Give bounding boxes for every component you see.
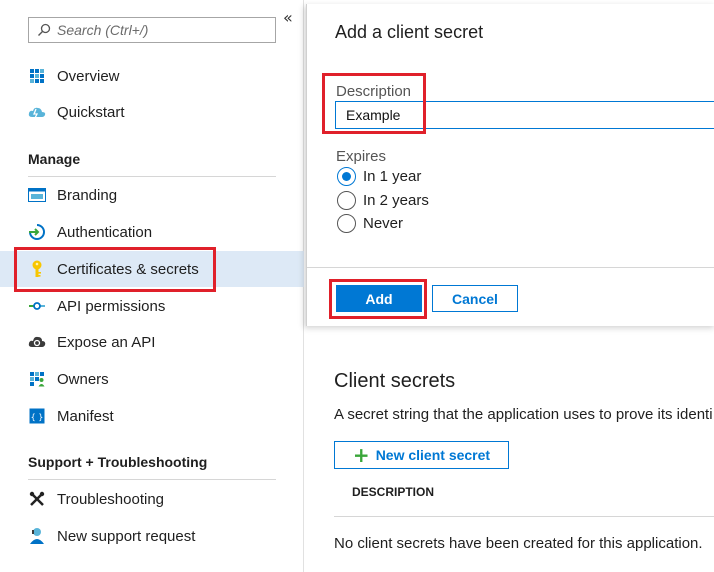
branding-icon (28, 186, 46, 204)
section-header-support: Support + Troubleshooting (28, 454, 208, 470)
sidebar-item-api-permissions[interactable]: API permissions (0, 288, 304, 324)
sidebar-item-quickstart[interactable]: Quickstart (0, 94, 304, 130)
sidebar-item-label: API permissions (57, 297, 166, 315)
sidebar-item-manifest[interactable]: { } Manifest (0, 398, 304, 434)
sidebar-item-owners[interactable]: Owners (0, 361, 304, 397)
panel-title: Add a client secret (335, 22, 484, 42)
sidebar-item-label: Branding (57, 186, 118, 204)
divider (28, 479, 276, 480)
sidebar: « Overview Quickstart Manage (0, 0, 304, 572)
expires-option-never[interactable]: Never (337, 214, 403, 233)
section-header-manage: Manage (28, 151, 81, 167)
sidebar-item-troubleshooting[interactable]: Troubleshooting (0, 481, 304, 517)
sidebar-item-label: Owners (57, 370, 109, 388)
sidebar-item-label: Troubleshooting (57, 490, 165, 508)
manifest-icon: { } (28, 407, 46, 425)
sidebar-item-label: New support request (57, 527, 196, 545)
description-input[interactable] (335, 101, 714, 129)
key-icon (28, 260, 46, 278)
sidebar-item-label: Quickstart (57, 103, 125, 121)
radio-button[interactable] (337, 167, 356, 186)
client-secrets-title: Client secrets (334, 370, 456, 392)
new-client-secret-button[interactable]: + New client secret (334, 441, 509, 469)
sidebar-item-overview[interactable]: Overview (0, 58, 304, 94)
owners-icon (28, 370, 46, 388)
sidebar-item-label: Authentication (57, 223, 153, 241)
sidebar-item-authentication[interactable]: Authentication (0, 214, 304, 250)
radio-button[interactable] (337, 191, 356, 210)
sidebar-item-certificates-secrets[interactable]: Certificates & secrets (0, 251, 304, 287)
expires-label: Expires (336, 148, 387, 165)
radio-label: Never (363, 215, 404, 232)
sidebar-item-label: Certificates & secrets (57, 260, 199, 278)
collapse-sidebar-button[interactable]: « (283, 8, 293, 27)
support-person-icon (28, 527, 46, 545)
radio-label: In 1 year (363, 168, 422, 185)
expires-option-2-years[interactable]: In 2 years (337, 191, 429, 210)
add-client-secret-panel: Add a client secret Description Expires … (306, 4, 714, 326)
client-secrets-description: A secret string that the application use… (334, 406, 713, 423)
empty-state-message: No client secrets have been created for … (334, 535, 703, 552)
sidebar-item-expose-an-api[interactable]: Expose an API (0, 324, 304, 360)
add-button[interactable]: Add (336, 285, 422, 312)
divider (334, 516, 714, 517)
grid-icon (28, 67, 46, 85)
sidebar-item-new-support-request[interactable]: New support request (0, 518, 304, 554)
radio-label: In 2 years (363, 192, 429, 209)
expires-option-1-year[interactable]: In 1 year (337, 167, 421, 186)
wrench-icon (28, 490, 46, 508)
search-icon (38, 23, 51, 36)
description-label: Description (336, 83, 412, 100)
plus-icon: + (352, 443, 370, 467)
sidebar-item-label: Expose an API (57, 333, 156, 351)
search-input[interactable] (57, 22, 267, 38)
search-box[interactable] (28, 17, 276, 43)
authentication-icon (28, 223, 46, 241)
svg-text:{ }: { } (31, 413, 44, 422)
cloud-gear-icon (28, 333, 46, 351)
sidebar-item-branding[interactable]: Branding (0, 177, 304, 213)
radio-button[interactable] (337, 214, 356, 233)
sidebar-item-label: Manifest (57, 407, 114, 425)
divider (307, 267, 714, 268)
new-client-secret-label: New client secret (375, 447, 491, 463)
cancel-button[interactable]: Cancel (432, 285, 518, 312)
api-permissions-icon (28, 297, 46, 315)
column-header-description: DESCRIPTION (352, 485, 435, 499)
cloud-icon (28, 103, 46, 121)
sidebar-item-label: Overview (57, 67, 120, 85)
